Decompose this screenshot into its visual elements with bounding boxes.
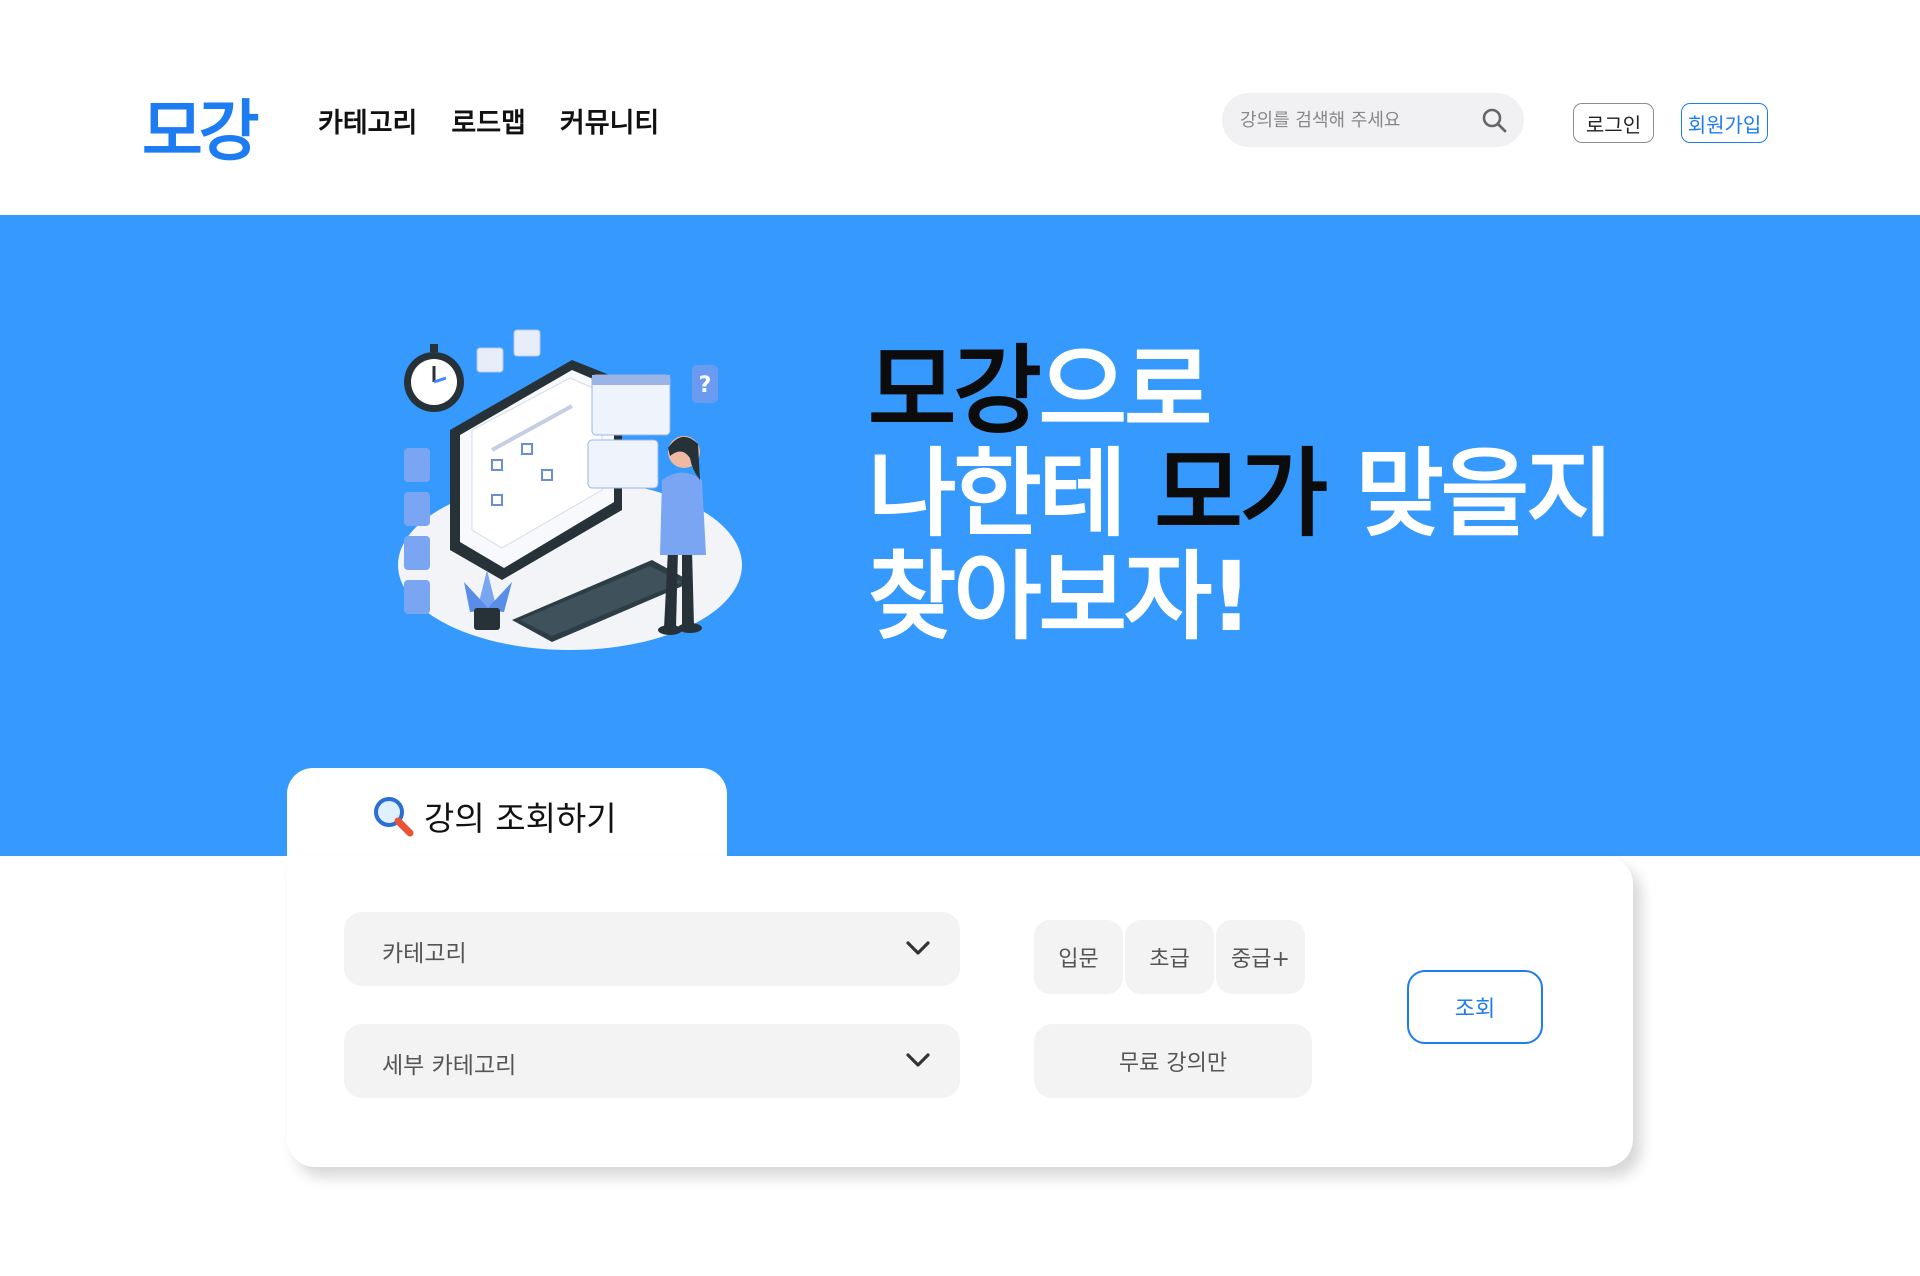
nav-item-category[interactable]: 카테고리 [318,101,417,140]
logo[interactable]: 모강 [142,78,259,174]
search-tab[interactable]: 강의 조회하기 [287,768,727,868]
signup-button[interactable]: 회원가입 [1681,103,1768,143]
nav-item-roadmap[interactable]: 로드맵 [451,101,526,140]
level-beginner-chip[interactable]: 입문 [1034,920,1123,994]
search-tab-inner: 강의 조회하기 [372,792,617,840]
header: 모강 카테고리 로드맵 커뮤니티 로그인 회원가입 [0,0,1920,215]
subcategory-select-label: 세부 카테고리 [382,1053,517,1079]
search-input[interactable] [1240,105,1470,135]
nav-item-community[interactable]: 커뮤니티 [560,101,659,140]
headline-part-a: 나한테 [868,438,1155,550]
headline-part-b: 맞을지 [1325,438,1614,550]
search-bar [1222,93,1524,147]
quiz-illustration: ? [398,329,742,650]
login-button[interactable]: 로그인 [1573,103,1654,143]
headline-line-1: 모강으로 [868,340,1611,443]
hero-headline: 모강으로 나한테 모가 맞을지 찾아보자! [868,340,1614,653]
level-elementary-chip[interactable]: 초급 [1125,920,1214,994]
headline-line-3: 찾아보자! [868,541,1253,653]
search-tab-title: 강의 조회하기 [424,799,617,838]
search-icon[interactable] [1480,106,1508,134]
svg-text:?: ? [699,373,712,398]
chevron-down-icon [906,1053,930,1067]
headline-brand: 모강 [868,335,1042,447]
magnifier-icon [374,797,414,837]
main-nav: 카테고리 로드맵 커뮤니티 [318,101,659,140]
category-select-label: 카테고리 [382,941,467,967]
page: 모강 카테고리 로드맵 커뮤니티 로그인 회원가입 [0,0,1920,1276]
subcategory-select[interactable]: 세부 카테고리 [344,1024,960,1098]
headline-line-2: 나한테 모가 맞을지 [868,443,1614,546]
headline-suffix: 으로 [1038,335,1213,447]
headline-highlight: 모가 [1154,438,1328,550]
free-only-toggle[interactable]: 무료 강의만 [1034,1024,1312,1098]
chevron-down-icon [906,941,930,955]
level-intermediate-chip[interactable]: 중급+ [1216,920,1305,994]
course-search-panel: 카테고리 세부 카테고리 입문 초급 중급+ 무료 강의만 조회 [287,856,1633,1167]
query-button[interactable]: 조회 [1407,970,1543,1044]
category-select[interactable]: 카테고리 [344,912,960,986]
